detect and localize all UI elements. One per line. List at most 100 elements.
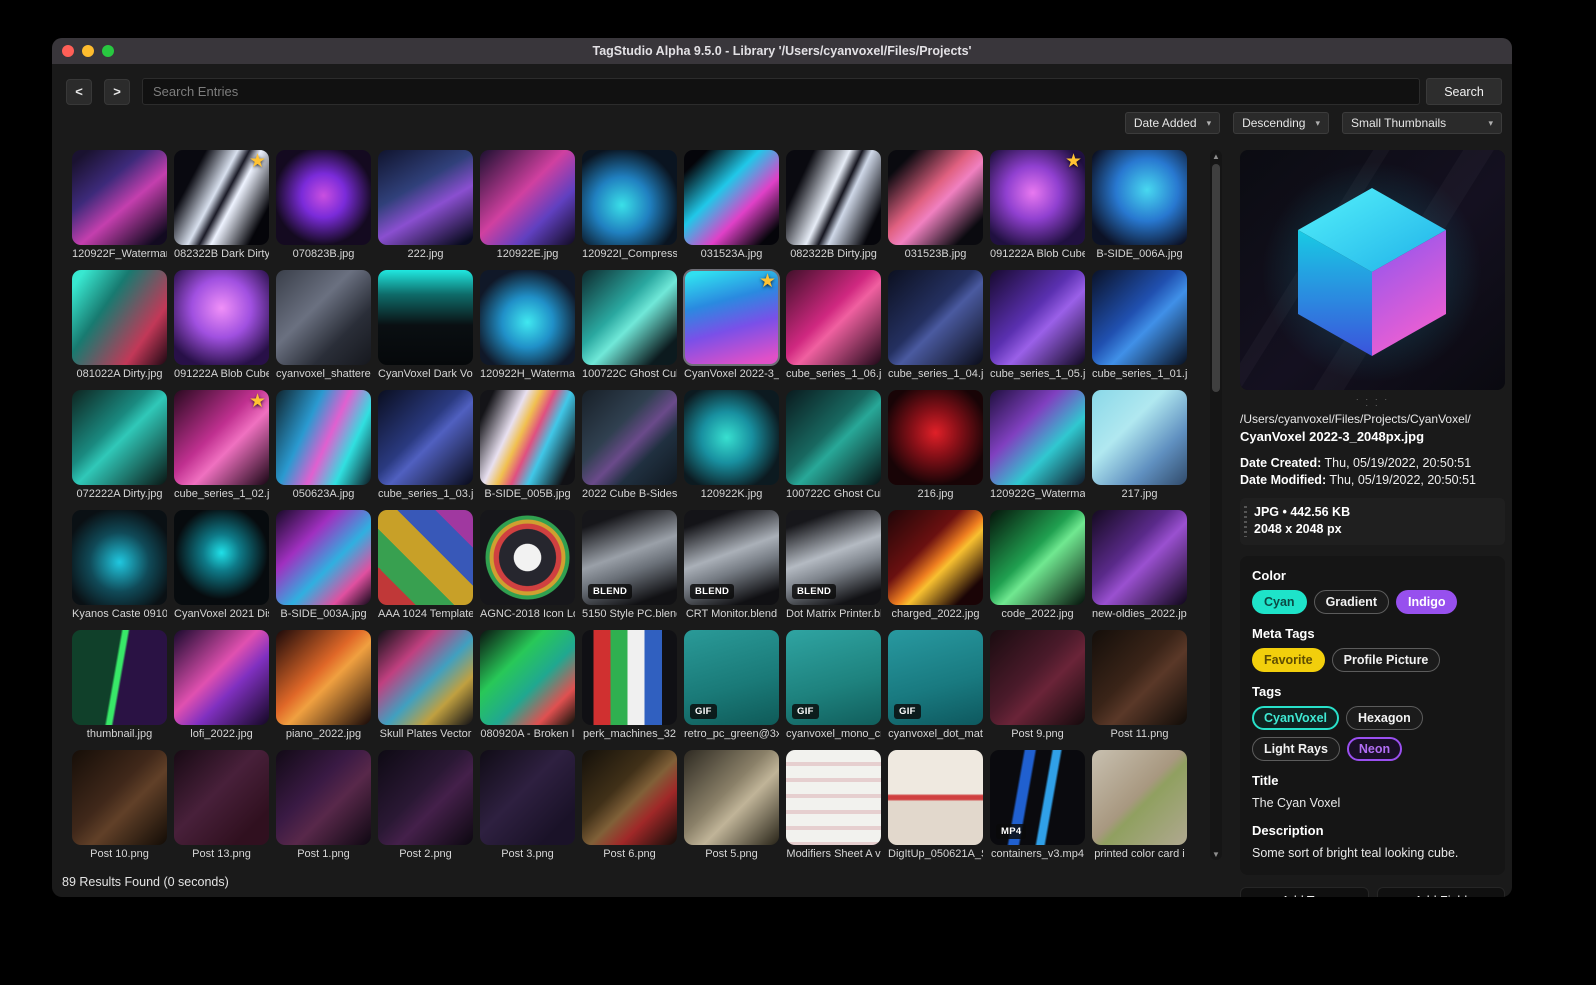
thumbnail-image[interactable] xyxy=(684,150,779,245)
tag-pill[interactable]: Light Rays xyxy=(1252,737,1340,761)
grid-item[interactable]: Post 9.png xyxy=(990,630,1085,741)
grid-item[interactable]: BLEND 5150 Style PC.blend xyxy=(582,510,677,621)
grid-item[interactable]: ★ CyanVoxel 2022-3_2048px.jpg xyxy=(683,269,780,381)
grid-item[interactable]: cube_series_1_01.jpg xyxy=(1092,270,1187,381)
thumbnail-image[interactable]: ★ xyxy=(174,390,269,485)
thumbnail-image[interactable] xyxy=(72,510,167,605)
thumbnail-image[interactable]: BLEND xyxy=(582,510,677,605)
thumbnail-image[interactable] xyxy=(1092,270,1187,365)
grid-item[interactable]: B-SIDE_006A.jpg xyxy=(1092,150,1187,261)
thumbnail-image[interactable] xyxy=(990,270,1085,365)
field-value[interactable]: Some sort of bright teal looking cube. xyxy=(1252,845,1493,861)
thumbnail-image[interactable] xyxy=(1092,390,1187,485)
grid-item[interactable]: 031523A.jpg xyxy=(684,150,779,261)
sort-field-dropdown[interactable]: Date Added ▾ xyxy=(1124,112,1221,134)
thumbnail-image[interactable] xyxy=(378,270,473,365)
thumbnail-image[interactable] xyxy=(888,750,983,845)
thumbnail-image[interactable] xyxy=(990,630,1085,725)
thumbnail-image[interactable] xyxy=(378,750,473,845)
field-value[interactable]: The Cyan Voxel xyxy=(1252,795,1493,811)
thumbnail-image[interactable] xyxy=(378,630,473,725)
thumbnail-image[interactable] xyxy=(276,270,371,365)
grid-item[interactable]: 100722C Ghost Cube xyxy=(786,390,881,501)
thumbnail-image[interactable] xyxy=(990,510,1085,605)
grid-item[interactable]: 082322B Dirty.jpg xyxy=(786,150,881,261)
grid-item[interactable]: 050623A.jpg xyxy=(276,390,371,501)
grid-item[interactable]: perk_machines_32 xyxy=(582,630,677,741)
grid-item[interactable]: AAA 1024 Template xyxy=(378,510,473,621)
grid-item[interactable]: Modifiers Sheet A v xyxy=(786,750,881,861)
thumbnail-image[interactable] xyxy=(480,390,575,485)
thumbnail-image[interactable] xyxy=(990,390,1085,485)
thumbnail-image[interactable] xyxy=(72,150,167,245)
grid-item[interactable]: Post 1.png xyxy=(276,750,371,861)
thumbnail-image[interactable]: ★ xyxy=(990,150,1085,245)
thumbnail-image[interactable] xyxy=(888,390,983,485)
grid-item[interactable]: 100722C Ghost Cube xyxy=(582,270,677,381)
thumbnail-image[interactable] xyxy=(888,510,983,605)
tag-pill[interactable]: Indigo xyxy=(1395,590,1458,614)
grid-item[interactable]: GIF retro_pc_green@3x xyxy=(684,630,779,741)
thumbnail-image[interactable] xyxy=(174,510,269,605)
thumbnail-image[interactable] xyxy=(480,630,575,725)
thumbnail-image[interactable]: GIF xyxy=(786,630,881,725)
thumbnail-image[interactable]: BLEND xyxy=(684,510,779,605)
grid-item[interactable]: 081022A Dirty.jpg xyxy=(72,270,167,381)
thumbnail-image[interactable] xyxy=(72,390,167,485)
grid-item[interactable]: printed color card i xyxy=(1092,750,1187,861)
scroll-up-icon[interactable]: ▲ xyxy=(1210,150,1222,162)
thumbnail-image[interactable] xyxy=(480,750,575,845)
search-button[interactable]: Search xyxy=(1426,78,1502,105)
grid-item[interactable]: charged_2022.jpg xyxy=(888,510,983,621)
file-name[interactable]: CyanVoxel 2022-3_2048px.jpg xyxy=(1240,428,1505,445)
grid-item[interactable]: cube_series_1_04.jpg xyxy=(888,270,983,381)
grid-item[interactable]: Post 13.png xyxy=(174,750,269,861)
thumbnail-image[interactable] xyxy=(72,630,167,725)
grid-item[interactable]: code_2022.jpg xyxy=(990,510,1085,621)
thumbnail-image[interactable] xyxy=(480,270,575,365)
add-tag-button[interactable]: Add Tag xyxy=(1240,887,1369,897)
thumbnail-image[interactable] xyxy=(174,270,269,365)
grid-item[interactable]: CyanVoxel 2021 Dis xyxy=(174,510,269,621)
thumbnail-image[interactable] xyxy=(582,390,677,485)
thumbnail-image[interactable] xyxy=(786,270,881,365)
grid-item[interactable]: Post 3.png xyxy=(480,750,575,861)
thumbnail-image[interactable] xyxy=(786,150,881,245)
thumbnail-image[interactable] xyxy=(72,270,167,365)
thumbnail-image[interactable]: ★ xyxy=(174,150,269,245)
add-field-button[interactable]: Add Field xyxy=(1376,887,1505,897)
thumbnail-image[interactable] xyxy=(1092,750,1187,845)
tag-pill[interactable]: Favorite xyxy=(1252,648,1325,672)
thumbnail-image[interactable]: GIF xyxy=(888,630,983,725)
tag-pill[interactable]: Profile Picture xyxy=(1331,648,1441,672)
grid-item[interactable]: Post 5.png xyxy=(684,750,779,861)
grid-item[interactable]: 031523B.jpg xyxy=(888,150,983,261)
tag-pill[interactable]: Hexagon xyxy=(1346,706,1423,730)
file-path[interactable]: /Users/cyanvoxel/Files/Projects/CyanVoxe… xyxy=(1240,412,1505,427)
grid-item[interactable]: B-SIDE_005B.jpg xyxy=(480,390,575,501)
grid-item[interactable]: BLEND Dot Matrix Printer.blend xyxy=(786,510,881,621)
scrollbar-thumb[interactable] xyxy=(1212,164,1220,392)
thumbnail-image[interactable] xyxy=(276,390,371,485)
grid-item[interactable]: cube_series_1_03.jpg xyxy=(378,390,473,501)
grid-item[interactable]: 2022 Cube B-Sides xyxy=(582,390,677,501)
grid-item[interactable]: thumbnail.jpg xyxy=(72,630,167,741)
grid-item[interactable]: cube_series_1_05.jpg xyxy=(990,270,1085,381)
thumbnail-image[interactable]: ★ xyxy=(683,269,780,366)
thumbnail-image[interactable] xyxy=(582,270,677,365)
sort-order-dropdown[interactable]: Descending ▾ xyxy=(1233,112,1329,134)
thumbnail-image[interactable] xyxy=(276,630,371,725)
thumbnail-image[interactable] xyxy=(786,750,881,845)
grid-item[interactable]: 217.jpg xyxy=(1092,390,1187,501)
thumbnail-image[interactable] xyxy=(1092,630,1187,725)
thumbnail-image[interactable] xyxy=(174,750,269,845)
thumbnail-image[interactable] xyxy=(174,630,269,725)
thumbnail-image[interactable] xyxy=(378,390,473,485)
scroll-down-icon[interactable]: ▼ xyxy=(1210,848,1222,860)
thumbnail-image[interactable] xyxy=(684,390,779,485)
thumbnail-image[interactable] xyxy=(1092,150,1187,245)
grid-item[interactable]: Kyanos Caste 0910 xyxy=(72,510,167,621)
thumbnail-image[interactable] xyxy=(276,510,371,605)
tag-pill[interactable]: Gradient xyxy=(1313,590,1389,614)
thumbnail-size-dropdown[interactable]: Small Thumbnails ▾ xyxy=(1342,112,1502,134)
